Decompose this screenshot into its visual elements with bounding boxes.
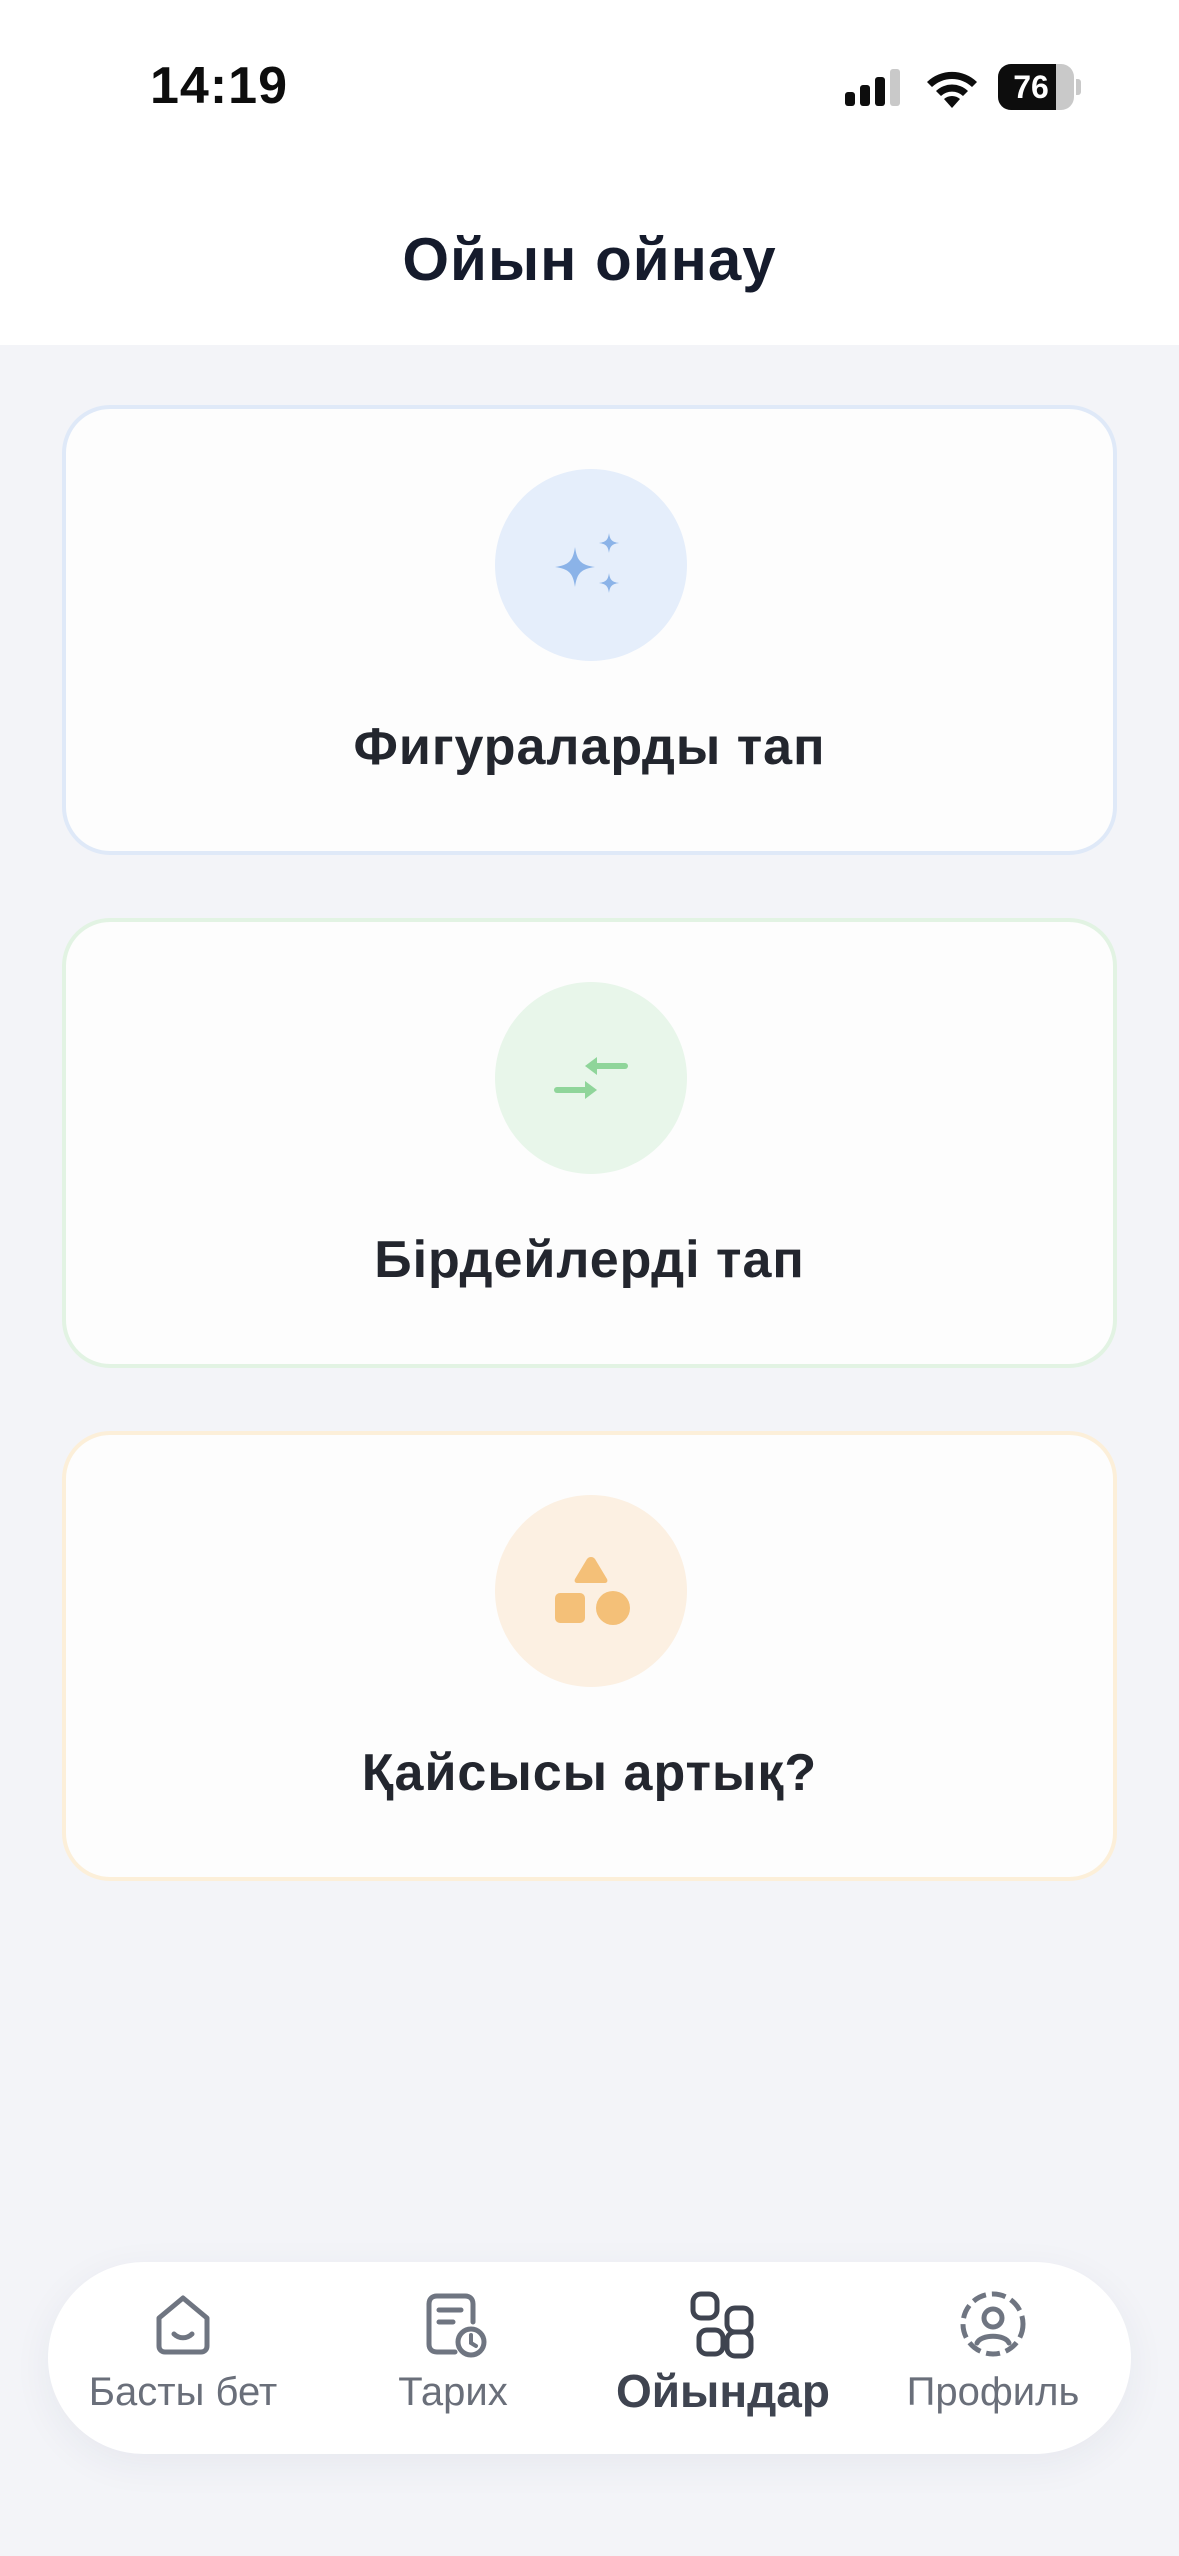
nav-label: Профиль [906,2370,1080,2414]
swap-arrows-icon [554,1057,628,1099]
nav-label: Басты бет [88,2370,278,2414]
status-bar: 14:19 76 [0,0,1179,180]
nav-label: Тарих [398,2370,508,2414]
game-title: Бірдейлерді тап [374,1231,805,1289]
game-card-odd-one-out[interactable]: Қайсысы артық? [62,1431,1117,1881]
game-icon-circle [495,1495,687,1687]
game-title: Фигураларды тап [353,718,826,776]
battery-icon: 76 [998,64,1081,110]
status-time: 14:19 [150,57,288,115]
games-grid-icon [690,2291,754,2359]
shapes-icon [555,1557,630,1625]
history-icon [426,2293,487,2358]
bottom-nav: Басты бет Тарих Ойындар Профиль [48,2262,1131,2454]
profile-icon [960,2291,1026,2357]
battery-level: 76 [1013,68,1049,105]
wifi-icon [927,71,977,108]
game-card-find-matches[interactable]: Бірдейлерді тап [62,918,1117,1368]
nav-item-history[interactable]: Тарих [318,2262,588,2454]
nav-item-profile[interactable]: Профиль [858,2262,1128,2454]
game-card-find-shapes[interactable]: Фигураларды тап [62,405,1117,855]
game-title: Қайсысы артық? [361,1744,818,1802]
nav-label: Ойындар [615,2365,830,2417]
signal-icon [845,69,900,106]
sparkles-icon [555,533,619,593]
page-title: Ойын ойнау [402,226,777,293]
nav-item-games[interactable]: Ойындар [588,2262,858,2454]
home-icon [156,2295,210,2355]
game-icon-circle [495,982,687,1174]
header: 14:19 76 Ойын ойнау [0,0,1179,345]
game-icon-circle [495,469,687,661]
nav-item-home[interactable]: Басты бет [48,2262,318,2454]
